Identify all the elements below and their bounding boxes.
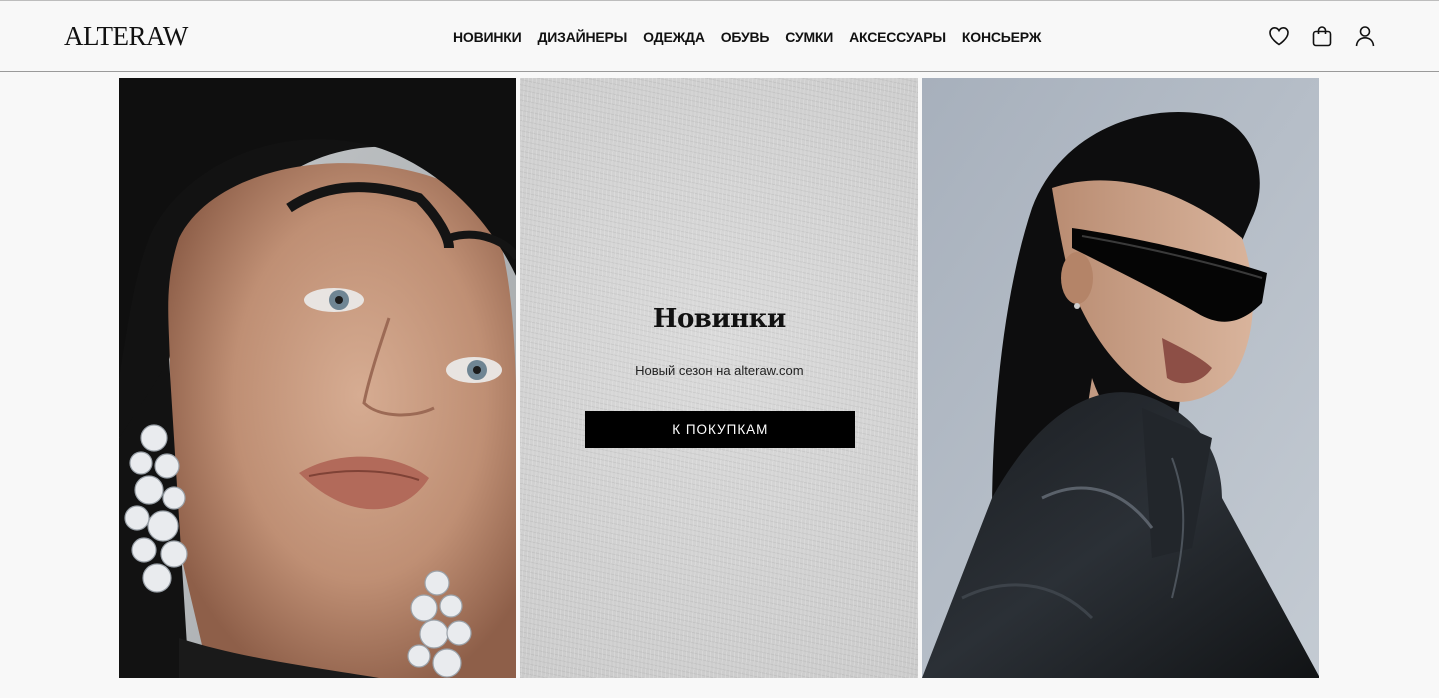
nav-item-shoes[interactable]: ОБУВЬ bbox=[721, 27, 770, 47]
main-nav: НОВИНКИ ДИЗАЙНЕРЫ ОДЕЖДА ОБУВЬ СУМКИ АКС… bbox=[453, 27, 1041, 47]
header-icons bbox=[1267, 24, 1377, 48]
heart-icon[interactable] bbox=[1267, 24, 1291, 48]
nav-item-concierge[interactable]: КОНСЬЕРЖ bbox=[962, 27, 1041, 47]
nav-item-designers[interactable]: ДИЗАЙНЕРЫ bbox=[538, 27, 628, 47]
model-with-earrings-photo bbox=[119, 78, 517, 678]
shopping-bag-icon[interactable] bbox=[1310, 24, 1334, 48]
model-with-sunglasses-photo bbox=[921, 78, 1319, 678]
hero-image-right[interactable] bbox=[921, 78, 1319, 678]
site-header: ALTERAW НОВИНКИ ДИЗАЙНЕРЫ ОДЕЖДА ОБУВЬ С… bbox=[0, 0, 1439, 72]
logo[interactable]: ALTERAW bbox=[64, 20, 188, 52]
hero-banner: Новинки Новый сезон на alteraw.com К ПОК… bbox=[119, 78, 1319, 678]
promo-panel: Новинки Новый сезон на alteraw.com К ПОК… bbox=[520, 78, 918, 678]
promo-title: Новинки bbox=[652, 304, 786, 334]
nav-item-clothing[interactable]: ОДЕЖДА bbox=[643, 27, 705, 47]
nav-item-bags[interactable]: СУМКИ bbox=[785, 27, 833, 47]
shop-now-button[interactable]: К ПОКУПКАМ bbox=[585, 411, 856, 448]
user-icon[interactable] bbox=[1353, 24, 1377, 48]
nav-item-accessories[interactable]: АКСЕССУАРЫ bbox=[849, 27, 946, 47]
nav-item-new[interactable]: НОВИНКИ bbox=[453, 27, 522, 47]
promo-subtitle: Новый сезон на alteraw.com bbox=[635, 363, 804, 378]
hero-image-left[interactable] bbox=[119, 78, 517, 678]
